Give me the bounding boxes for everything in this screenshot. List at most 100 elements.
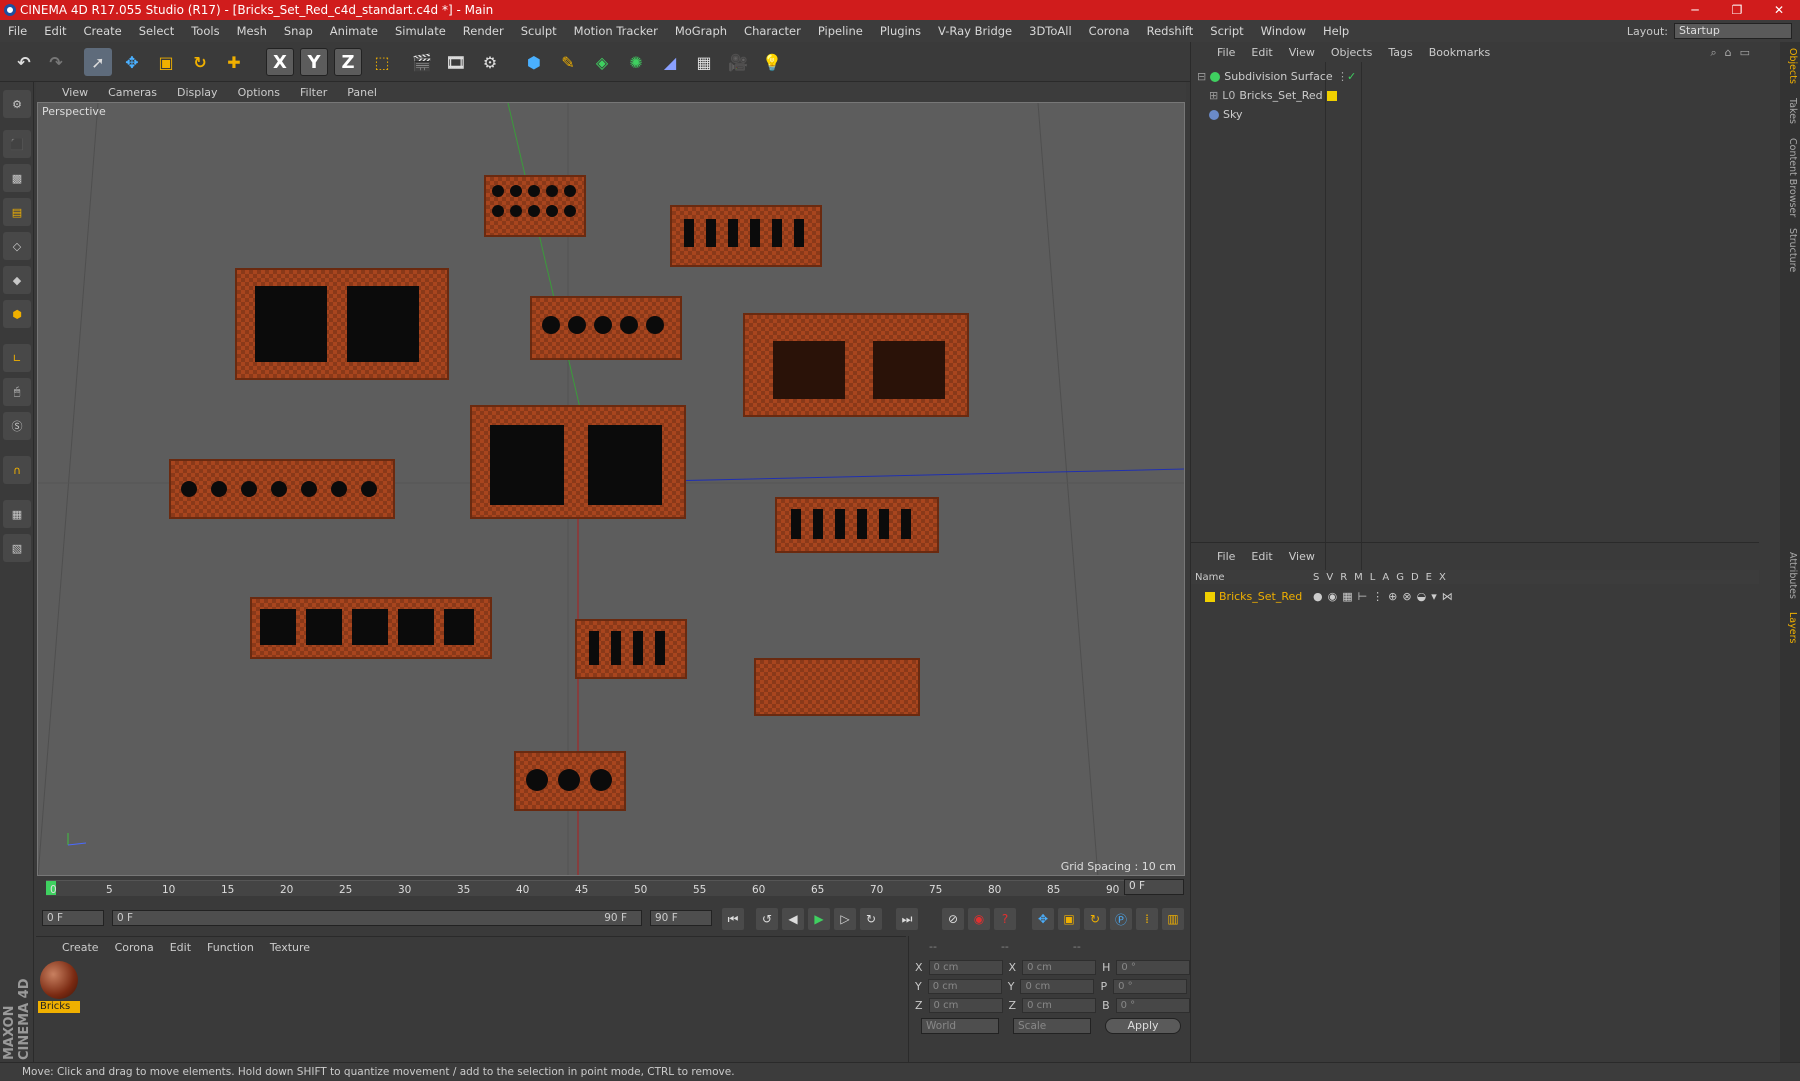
menu-corona[interactable]: Corona — [1089, 24, 1130, 38]
go-to-start-icon[interactable]: ⏮ — [722, 908, 744, 930]
menu-redshift[interactable]: Redshift — [1147, 24, 1194, 38]
rotate-tool-icon[interactable]: ↻ — [186, 48, 214, 76]
brick-slotted-small[interactable] — [575, 619, 687, 679]
layers-menu-edit[interactable]: Edit — [1251, 550, 1272, 563]
lock-workplane-icon[interactable]: ▦ — [3, 500, 31, 528]
menu-file[interactable]: File — [8, 24, 27, 38]
object-row-sky[interactable]: Sky — [1209, 106, 1242, 123]
pen-spline-icon[interactable]: ✎ — [554, 48, 582, 76]
new-view-icon[interactable]: ▭ — [1740, 46, 1750, 60]
tab-takes[interactable]: Takes — [1782, 98, 1798, 124]
tweak-mode-icon[interactable]: 🖱 — [3, 378, 31, 406]
record-keys-icon[interactable]: ⊘ — [942, 908, 964, 930]
layout-dropdown[interactable]: Startup — [1674, 23, 1792, 39]
menu-select[interactable]: Select — [139, 24, 174, 38]
tab-content-browser[interactable]: Content Browser — [1782, 138, 1798, 217]
rotation-h-field[interactable]: 0 ° — [1116, 960, 1191, 975]
play-icon[interactable]: ▶ — [808, 908, 830, 930]
texture-mode-icon[interactable]: ▩ — [3, 164, 31, 192]
brick-3-hole[interactable] — [514, 751, 626, 811]
key-pla-icon[interactable]: ⁞ — [1136, 908, 1158, 930]
menu-snap[interactable]: Snap — [284, 24, 313, 38]
layer-color-swatch[interactable] — [1327, 90, 1337, 101]
menu-plugins[interactable]: Plugins — [880, 24, 921, 38]
key-scale-icon[interactable]: ▣ — [1058, 908, 1080, 930]
deformer-icon[interactable]: ◢ — [656, 48, 684, 76]
search-icon[interactable]: ⌕ — [1710, 46, 1716, 60]
coordinate-system-icon[interactable]: ⬚ — [368, 48, 396, 76]
viewport-menu-display[interactable]: Display — [177, 86, 218, 99]
menu-3dtoall[interactable]: 3DToAll — [1029, 24, 1072, 38]
tab-objects[interactable]: Objects — [1782, 48, 1798, 84]
keyframe-selection-icon[interactable]: ? — [994, 908, 1016, 930]
position-z-field[interactable]: 0 cm — [928, 998, 1003, 1013]
key-parameter-icon[interactable]: Ⓟ — [1110, 908, 1132, 930]
next-frame-icon[interactable]: ▷ — [834, 908, 856, 930]
z-axis-toggle[interactable]: Z — [334, 48, 362, 76]
viewport-menu-options[interactable]: Options — [238, 86, 280, 99]
timeline[interactable]: 0 5 10 15 20 25 30 35 40 45 50 55 60 65 … — [36, 876, 1186, 900]
key-rotation-icon[interactable]: ↻ — [1084, 908, 1106, 930]
y-axis-toggle[interactable]: Y — [300, 48, 328, 76]
cloner-icon[interactable]: ✺ — [622, 48, 650, 76]
tab-layers[interactable]: Layers — [1782, 612, 1798, 643]
rotation-b-field[interactable]: 0 ° — [1115, 998, 1190, 1013]
perspective-viewport[interactable]: Perspective Grid Spacing : 10 cm — [37, 102, 1185, 876]
brick-7-hole[interactable] — [169, 459, 395, 519]
axis-mode-icon[interactable]: ∟ — [3, 344, 31, 372]
layers-menu-file[interactable]: File — [1217, 550, 1235, 563]
select-tool-icon[interactable]: ➚ — [84, 48, 112, 76]
workplane-mode-icon[interactable]: ▤ — [3, 198, 31, 226]
planar-workplane-icon[interactable]: ▧ — [3, 534, 31, 562]
material-label-bricks[interactable]: Bricks — [38, 1001, 80, 1013]
menu-pipeline[interactable]: Pipeline — [818, 24, 863, 38]
minimize-button[interactable]: ─ — [1674, 0, 1716, 20]
brick-hollow-block-left[interactable] — [235, 268, 449, 380]
end-frame-field[interactable]: 90 F — [650, 910, 712, 926]
menu-vray-bridge[interactable]: V-Ray Bridge — [938, 24, 1012, 38]
subdivision-surface-icon[interactable]: ◈ — [588, 48, 616, 76]
enabled-check-icon[interactable]: ✓ — [1347, 70, 1356, 83]
brick-6-hole[interactable] — [530, 296, 682, 360]
menu-help[interactable]: Help — [1323, 24, 1349, 38]
previous-frame-icon[interactable]: ◀ — [782, 908, 804, 930]
apply-button[interactable]: Apply — [1105, 1018, 1181, 1034]
material-preview-bricks[interactable] — [40, 961, 78, 999]
camera-icon[interactable]: 🎥 — [724, 48, 752, 76]
material-menu-function[interactable]: Function — [207, 941, 254, 954]
objects-menu-bookmarks[interactable]: Bookmarks — [1429, 46, 1490, 59]
home-icon[interactable]: ⌂ — [1725, 46, 1732, 60]
brick-hollow-block-center[interactable] — [470, 405, 686, 519]
light-icon[interactable]: 💡 — [758, 48, 786, 76]
menu-mesh[interactable]: Mesh — [237, 24, 267, 38]
size-z-field[interactable]: 0 cm — [1022, 998, 1097, 1013]
menu-create[interactable]: Create — [84, 24, 122, 38]
timeline-window-icon[interactable]: ▥ — [1162, 908, 1184, 930]
material-menu-corona[interactable]: Corona — [115, 941, 154, 954]
menu-character[interactable]: Character — [744, 24, 801, 38]
undo-icon[interactable]: ↶ — [10, 48, 38, 76]
menu-script[interactable]: Script — [1210, 24, 1243, 38]
menu-motion-tracker[interactable]: Motion Tracker — [574, 24, 658, 38]
size-y-field[interactable]: 0 cm — [1020, 979, 1095, 994]
brick-slotted-right[interactable] — [775, 497, 939, 553]
close-button[interactable]: ✕ — [1758, 0, 1800, 20]
timeline-ruler[interactable]: 0 5 10 15 20 25 30 35 40 45 50 55 60 65 … — [46, 880, 1126, 896]
size-x-field[interactable]: 0 cm — [1022, 960, 1097, 975]
rotation-p-field[interactable]: 0 ° — [1113, 979, 1188, 994]
viewport-menu-cameras[interactable]: Cameras — [108, 86, 157, 99]
model-mode-icon[interactable]: ⬛ — [3, 130, 31, 158]
edges-mode-icon[interactable]: ◆ — [3, 266, 31, 294]
maximize-button[interactable]: ❐ — [1716, 0, 1758, 20]
material-menu-edit[interactable]: Edit — [170, 941, 191, 954]
object-row-subdivision-surface[interactable]: ⊟ Subdivision Surface ⋮ ✓ — [1197, 68, 1356, 85]
polygons-mode-icon[interactable]: ⬢ — [3, 300, 31, 328]
render-view-icon[interactable]: 🎬 — [408, 48, 436, 76]
scale-tool-icon[interactable]: ▣ — [152, 48, 180, 76]
menu-tools[interactable]: Tools — [191, 24, 219, 38]
next-keyframe-icon[interactable]: ↻ — [860, 908, 882, 930]
cube-primitive-icon[interactable]: ⬢ — [520, 48, 548, 76]
snap-settings-icon[interactable]: Ⓢ — [3, 412, 31, 440]
menu-edit[interactable]: Edit — [44, 24, 66, 38]
menu-mograph[interactable]: MoGraph — [675, 24, 727, 38]
